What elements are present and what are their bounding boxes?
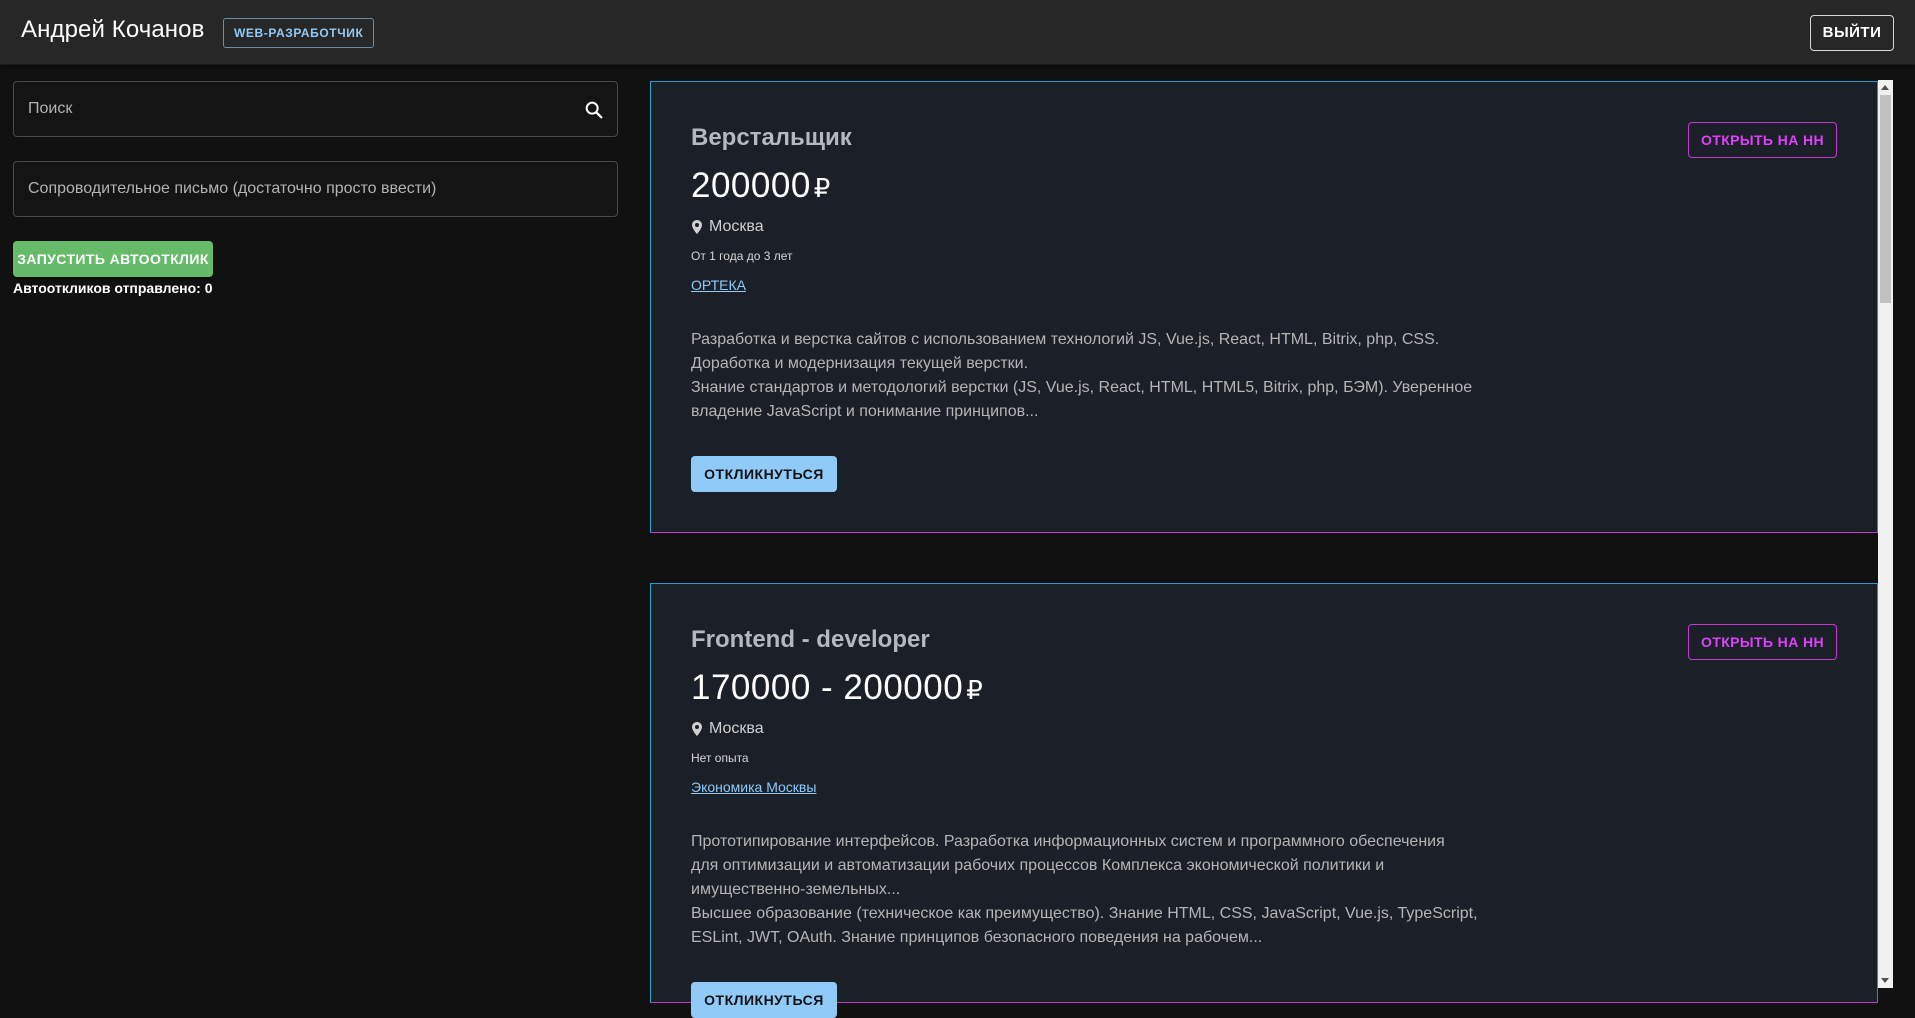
app-header: Андрей Кочанов WEB-РАЗРАБОТЧИК ВЫЙТИ xyxy=(0,0,1915,65)
description-line: Доработка и модернизация текущей верстки… xyxy=(691,355,1029,372)
vacancy-card: Frontend - developer 170000 - 200000 ₽ Мо… xyxy=(650,583,1878,1018)
vacancy-title: Верстальщик xyxy=(691,124,852,151)
salary-amount: 170000 - 200000 xyxy=(691,668,964,707)
vacancy-salary: 170000 - 200000 ₽ xyxy=(691,668,983,708)
logout-button[interactable]: ВЫЙТИ xyxy=(1810,15,1894,51)
apply-button[interactable]: ОТКЛИКНУТЬСЯ xyxy=(691,982,837,1018)
vacancy-location: Москва xyxy=(691,218,764,236)
open-on-hh-button[interactable]: ОТКРЫТЬ НА HH xyxy=(1688,624,1837,660)
vacancy-experience: От 1 года до 3 лет xyxy=(691,249,793,263)
vacancy-salary: 200000 ₽ xyxy=(691,166,831,206)
user-name: Андрей Кочанов xyxy=(21,16,205,43)
vacancy-description: Прототипирование интерфейсов. Разработка… xyxy=(691,830,1491,950)
scroll-down-arrow-icon[interactable] xyxy=(1881,978,1889,983)
currency-symbol: ₽ xyxy=(813,173,831,203)
vertical-scrollbar[interactable] xyxy=(1878,80,1893,988)
description-line: Знание стандартов и методологий верстки … xyxy=(691,379,1473,396)
company-link[interactable]: Экономика Москвы xyxy=(691,779,816,795)
currency-symbol: ₽ xyxy=(966,675,984,705)
description-line: ESLint, JWT, OAuth. Знание принципов без… xyxy=(691,929,1263,946)
description-line: владение JavaScript и понимание принципо… xyxy=(691,403,1039,420)
sent-count-text: Автооткликов отправлено: 0 xyxy=(13,280,213,296)
description-line: Разработка и верстка сайтов с использова… xyxy=(691,331,1440,348)
search-icon[interactable] xyxy=(583,99,605,121)
salary-amount: 200000 xyxy=(691,166,811,205)
vacancy-title: Frontend - developer xyxy=(691,626,930,653)
company-link[interactable]: ОРТЕКА xyxy=(691,277,746,293)
scroll-thumb[interactable] xyxy=(1880,95,1891,303)
vacancy-card: Верстальщик 200000 ₽ Москва От 1 года до … xyxy=(650,81,1878,533)
role-badge: WEB-РАЗРАБОТЧИК xyxy=(223,18,375,48)
open-on-hh-button[interactable]: ОТКРЫТЬ НА HH xyxy=(1688,122,1837,158)
cover-letter-input[interactable] xyxy=(14,162,617,216)
vacancy-experience: Нет опыта xyxy=(691,751,749,765)
location-pin-icon xyxy=(692,722,702,736)
cover-letter-field xyxy=(13,161,618,217)
description-line: Прототипирование интерфейсов. Разработка… xyxy=(691,833,1445,850)
search-input[interactable] xyxy=(14,82,617,136)
scroll-up-arrow-icon[interactable] xyxy=(1881,85,1889,90)
vacancy-location: Москва xyxy=(691,720,764,738)
location-pin-icon xyxy=(692,220,702,234)
description-line: Высшее образование (техническое как преи… xyxy=(691,905,1478,922)
apply-button[interactable]: ОТКЛИКНУТЬСЯ xyxy=(691,456,837,492)
description-line: для оптимизации и автоматизации рабочих … xyxy=(691,857,1385,874)
vacancy-city: Москва xyxy=(709,218,764,235)
vacancy-city: Москва xyxy=(709,720,764,737)
vacancy-description: Разработка и верстка сайтов с использова… xyxy=(691,328,1491,424)
description-line: имущественно-земельных... xyxy=(691,881,901,898)
start-autoresponse-button[interactable]: ЗАПУСТИТЬ АВТООТКЛИК xyxy=(13,241,213,277)
search-field xyxy=(13,81,618,137)
